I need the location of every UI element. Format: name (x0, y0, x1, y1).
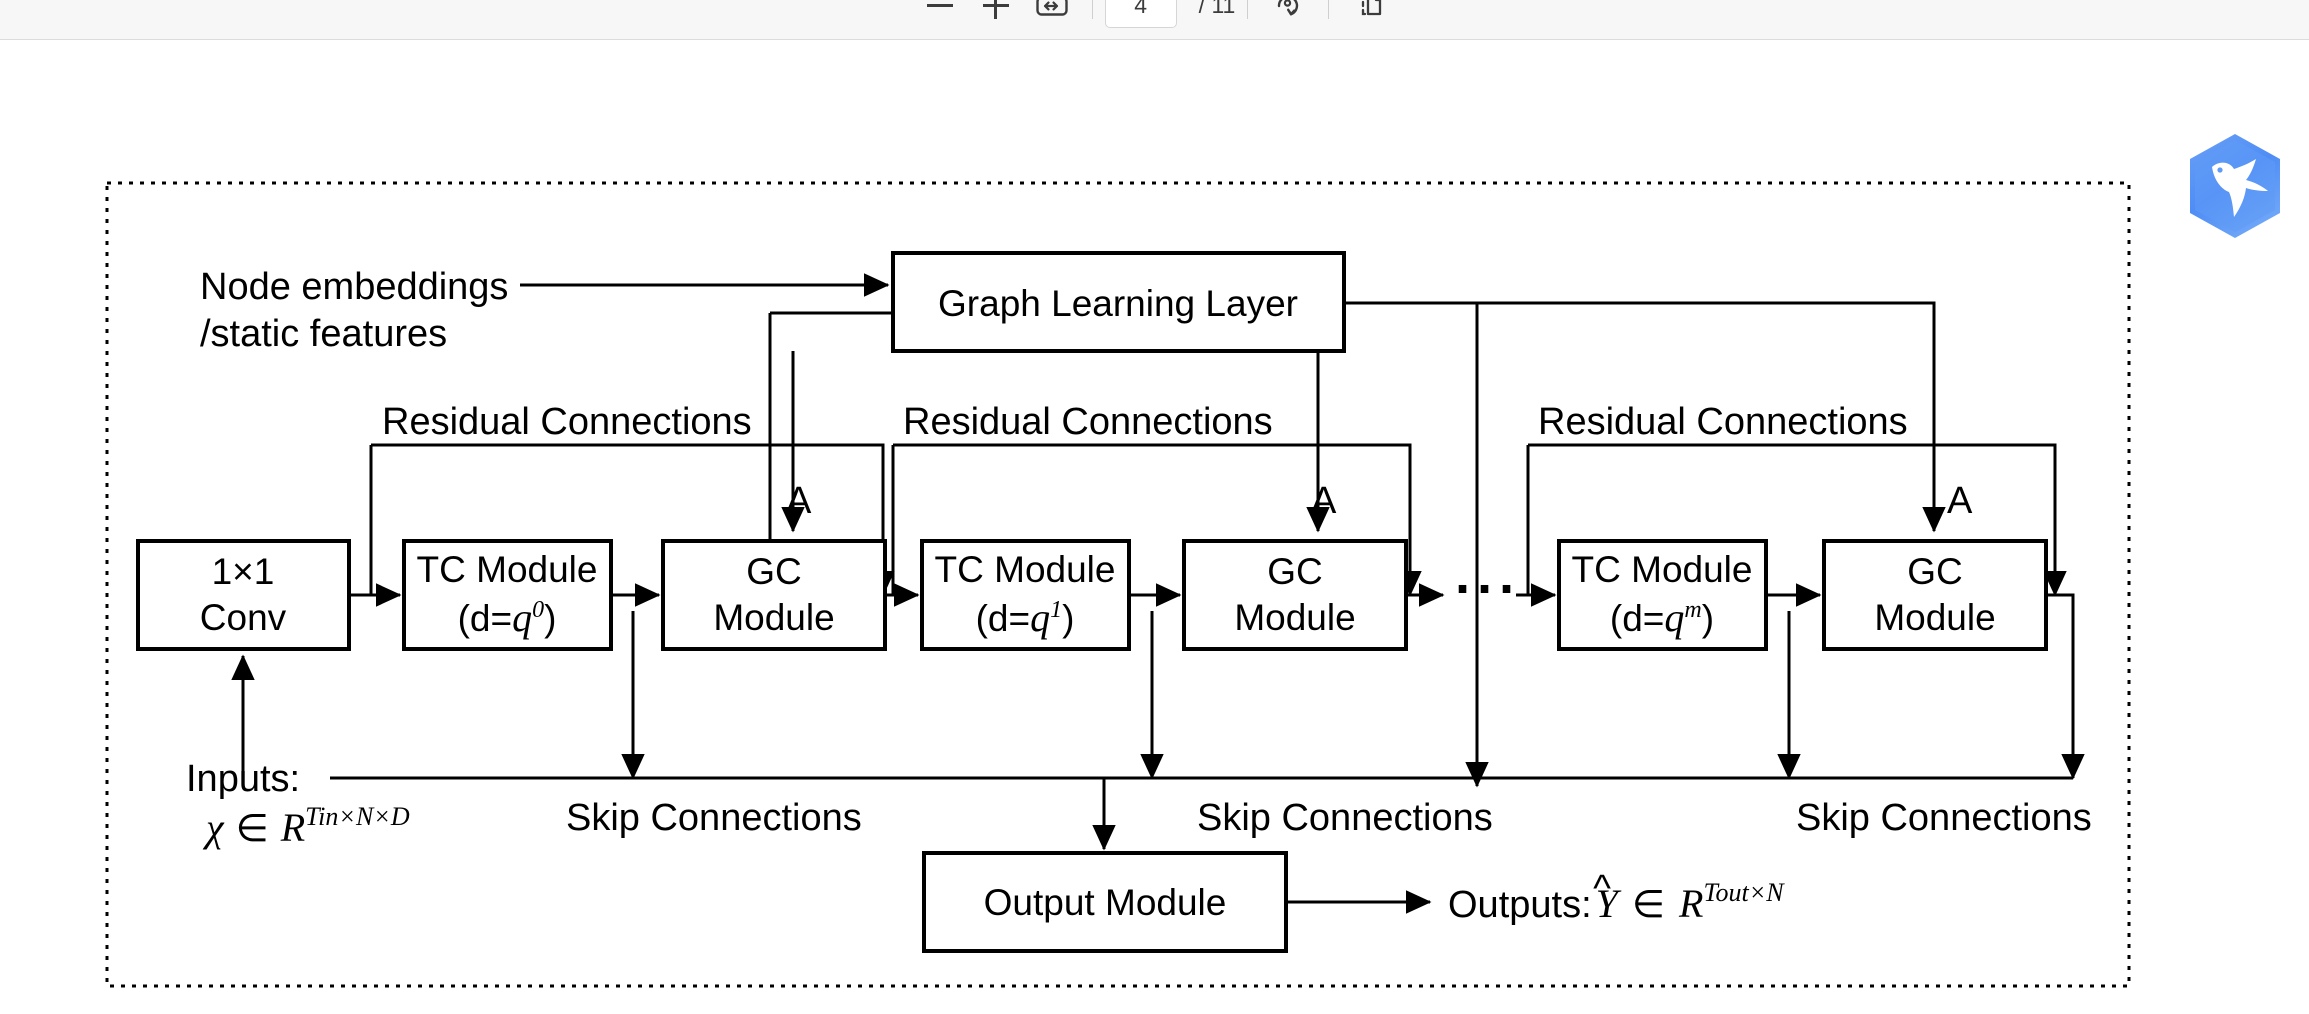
fit-width-icon (1035, 0, 1068, 16)
stage-ellipsis: ··· (1455, 559, 1521, 619)
rotate-icon (1278, 0, 1299, 15)
rotate-button[interactable] (1260, 0, 1316, 28)
graph-learning-layer-label: Graph Learning Layer (938, 283, 1298, 324)
gc-module-label-2-line2: Module (1234, 597, 1355, 638)
zoom-in-button[interactable] (968, 0, 1024, 28)
gc-module-label-3-line1: GC (1907, 551, 1963, 592)
residual-connections-label-2: Residual Connections (903, 401, 1273, 443)
page-number-input[interactable]: 4 (1104, 0, 1177, 28)
pdf-page: Node embeddings /static features Graph L… (0, 41, 2309, 1014)
gc-module-label-3-line2: Module (1874, 597, 1995, 638)
inputs-tensor: χ ∈ RTin×N×D (202, 802, 410, 850)
node-embeddings-line1: Node embeddings (200, 266, 508, 308)
toolbar-divider-3 (1328, 0, 1330, 19)
toolbar-divider-2 (1247, 0, 1249, 19)
output-module-label: Output Module (984, 882, 1227, 923)
toolbar-divider-1 (1091, 0, 1093, 19)
residual-connections-label-3: Residual Connections (1538, 401, 1908, 443)
plus-icon (982, 0, 1009, 19)
skip-connections-label-2: Skip Connections (1197, 797, 1493, 839)
gc-module-label-1-line2: Module (713, 597, 834, 638)
page-layout-button[interactable] (1341, 0, 1397, 28)
pdf-toolbar: 4 / 11 (0, 0, 2309, 40)
tc-module-label-3: TC Module (1572, 549, 1753, 590)
skip-arrow-4 (2046, 593, 2085, 780)
gc-module-label-1-line1: GC (746, 551, 802, 592)
fit-width-button[interactable] (1024, 0, 1080, 28)
tc-module-label-2: TC Module (935, 549, 1116, 590)
page-layout-icon (1362, 0, 1382, 15)
conv-box-line2: Conv (200, 597, 287, 638)
gc-module-label-2-line1: GC (1267, 551, 1323, 592)
minus-icon (926, 4, 953, 7)
page-total-label: / 11 (1198, 0, 1236, 18)
zoom-out-button[interactable] (912, 0, 968, 28)
conv-box-line1: 1×1 (212, 551, 275, 592)
residual-connections-label-1: Residual Connections (382, 401, 752, 443)
tc-module-label-1: TC Module (417, 549, 598, 590)
adjacency-label-2: A (1311, 480, 1337, 522)
outputs-tensor: Outputs: Υ ∈ RTout×N (1448, 878, 1785, 926)
adjacency-label-1: A (786, 480, 812, 522)
architecture-diagram: Node embeddings /static features Graph L… (105, 181, 2131, 988)
adjacency-label-3: A (1947, 480, 1973, 522)
node-embeddings-line2: /static features (200, 313, 447, 355)
skip-connections-label-1: Skip Connections (566, 797, 862, 839)
skip-connections-label-3: Skip Connections (1796, 797, 2092, 839)
outputs-hat-accent: ^ (1593, 868, 1611, 910)
